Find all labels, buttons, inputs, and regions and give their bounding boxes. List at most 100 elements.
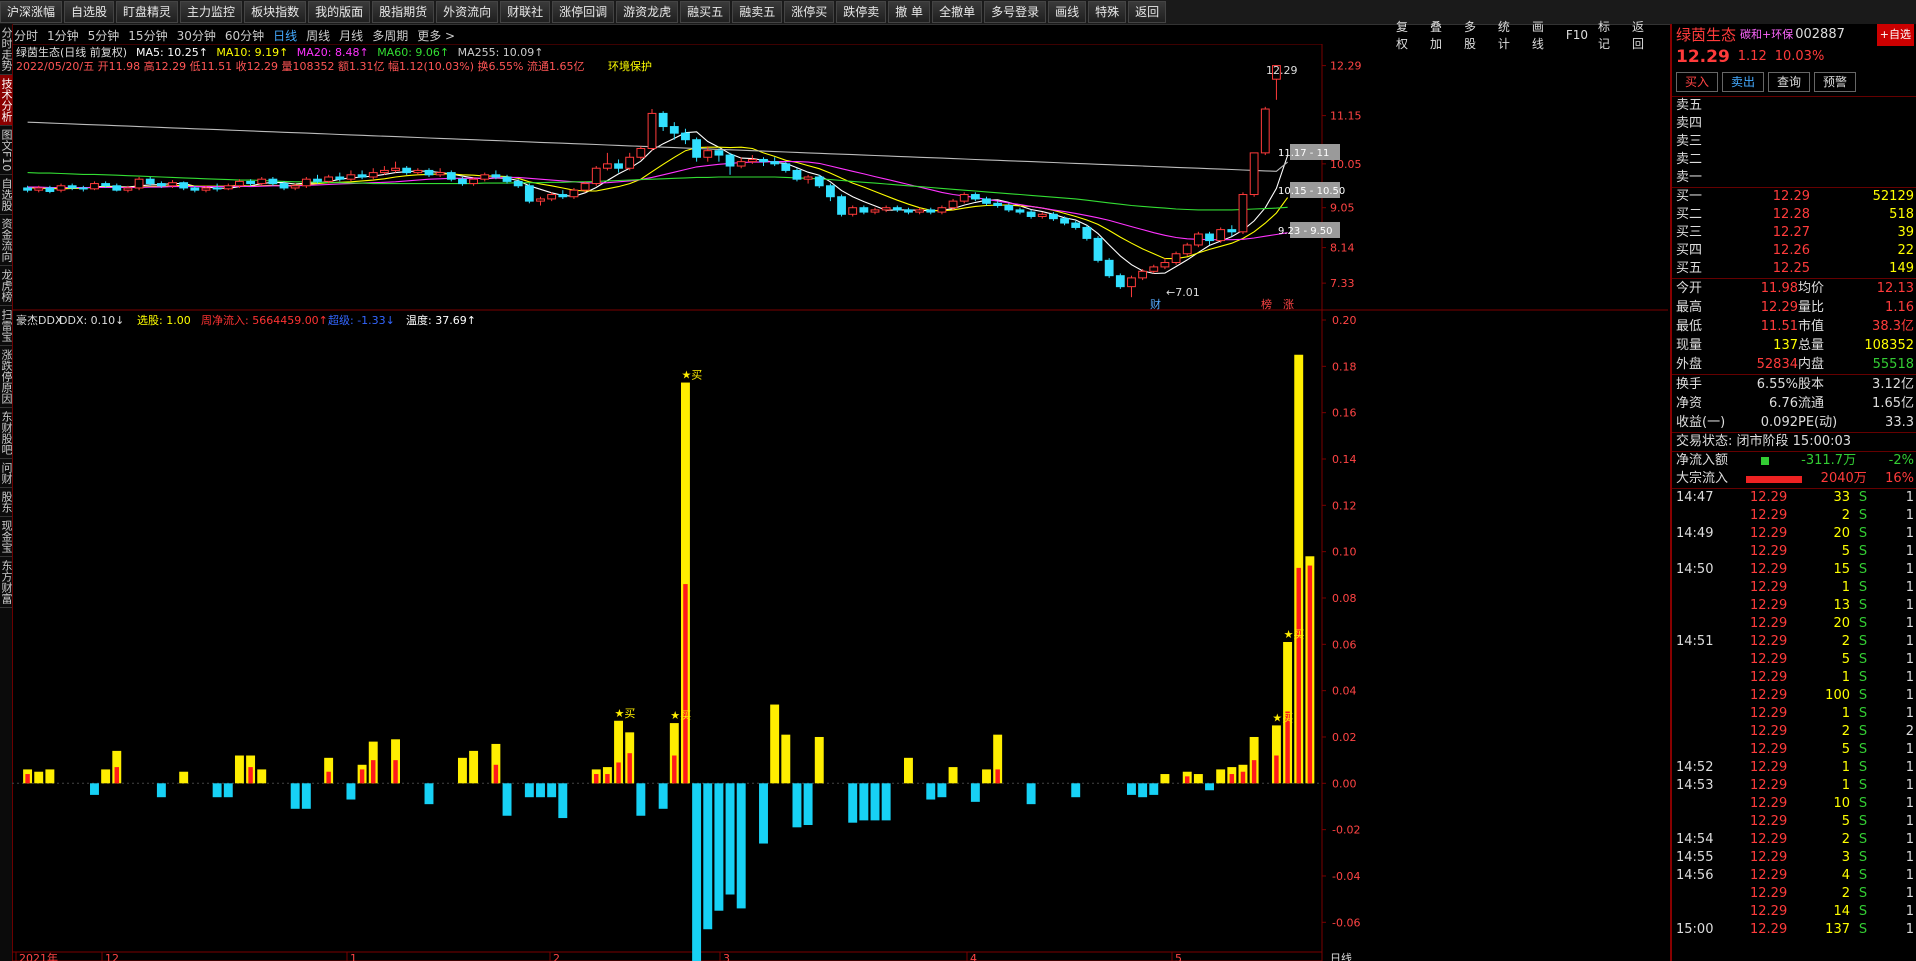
period-4[interactable]: 30分钟 xyxy=(177,27,216,44)
toolbar-button-6[interactable]: 股指期货 xyxy=(372,1,435,23)
ddx-bar-neg xyxy=(1071,783,1081,798)
left-tab-7[interactable]: 涨跌停原因 xyxy=(0,346,12,409)
period-3[interactable]: 15分钟 xyxy=(128,27,167,44)
ddx-bar xyxy=(34,771,44,784)
toolbar-button-12[interactable]: 融卖五 xyxy=(732,1,783,23)
stock-code: 002887 xyxy=(1795,27,1845,42)
ma-line-ma20 xyxy=(27,161,1288,241)
candle xyxy=(156,183,166,187)
left-tab-0[interactable]: 分时走势 xyxy=(0,24,12,75)
candle xyxy=(1171,253,1181,264)
trade-button-2[interactable]: 查询 xyxy=(1768,72,1811,92)
period-1[interactable]: 1分钟 xyxy=(47,27,79,44)
ddx-bar-neg xyxy=(703,783,713,930)
candle xyxy=(915,209,925,213)
period-5[interactable]: 60分钟 xyxy=(225,27,264,44)
toolbar-button-11[interactable]: 融买五 xyxy=(680,1,731,23)
toolbar-button-17[interactable]: 多号登录 xyxy=(984,1,1047,23)
trade-button-3[interactable]: 预警 xyxy=(1814,72,1857,92)
left-tab-8[interactable]: 东财股吧 xyxy=(0,408,12,460)
sell-level-0: 卖五 xyxy=(1676,98,1703,113)
candle xyxy=(1193,233,1203,246)
trade-button-0[interactable]: 买入 xyxy=(1676,72,1719,92)
ddx-bar-neg xyxy=(290,783,300,809)
tool-5[interactable]: F10 xyxy=(1566,28,1588,42)
quote2-row-1: 净资 6.76 流通 1.65亿 xyxy=(1676,396,1914,411)
period-6[interactable]: 日线 xyxy=(273,27,297,44)
toolbar-button-16[interactable]: 全撤单 xyxy=(932,1,983,23)
period-2[interactable]: 5分钟 xyxy=(88,27,120,44)
left-tab-1[interactable]: 技术分析 xyxy=(0,75,12,126)
left-tab-9[interactable]: 问财 xyxy=(0,459,12,489)
toolbar-button-13[interactable]: 涨停买 xyxy=(784,1,835,23)
buy-signal-star: ★买 xyxy=(681,369,702,382)
left-tab-3[interactable]: 自选股 xyxy=(0,175,12,216)
candle xyxy=(246,180,255,185)
toolbar-button-1[interactable]: 自选股 xyxy=(64,1,115,23)
toolbar-button-5[interactable]: 我的版面 xyxy=(308,1,371,23)
toolbar-button-15[interactable]: 撤 单 xyxy=(888,1,931,23)
period-8[interactable]: 月线 xyxy=(339,27,363,44)
period-9[interactable]: 多周期 xyxy=(372,27,408,44)
quote-grid-2: 换手 6.55% 股本 3.12亿 净资 6.76 流通 1.65亿 收益(一) 0.092 PE(… xyxy=(1672,375,1916,432)
period-7[interactable]: 周线 xyxy=(306,27,330,44)
left-tab-4[interactable]: 资金流向 xyxy=(0,215,12,267)
buy-levels: 买一 12.29 52129 买二 12.28 518 买三 12.27 39 买四 12.26 22… xyxy=(1672,188,1916,278)
toolbar-button-14[interactable]: 跌停卖 xyxy=(836,1,887,23)
candle xyxy=(747,158,757,163)
ddx-label-title: 豪杰DDX xyxy=(16,313,63,327)
toolbar-button-19[interactable]: 特殊 xyxy=(1088,1,1127,23)
candle xyxy=(904,209,913,213)
toolbar-button-7[interactable]: 外资流向 xyxy=(436,1,499,23)
left-tab-6[interactable]: 扫雷宝 xyxy=(0,306,12,347)
ddx-red-bar xyxy=(248,767,253,784)
left-tab-5[interactable]: 龙虎榜 xyxy=(0,266,12,307)
candle xyxy=(402,167,412,174)
left-tab-10[interactable]: 股东 xyxy=(0,488,12,518)
period-0[interactable]: 分时 xyxy=(14,27,38,44)
candle xyxy=(826,185,835,198)
ddx-red-bar xyxy=(995,769,1000,784)
candle xyxy=(1216,229,1226,242)
toolbar-button-8[interactable]: 财联社 xyxy=(500,1,551,23)
ddx-bar-neg xyxy=(536,783,545,798)
period-10[interactable]: 更多 > xyxy=(417,27,455,44)
toolbar-button-2[interactable]: 盯盘精灵 xyxy=(116,1,179,23)
ddx-y-tick-label: 0.12 xyxy=(1332,499,1357,512)
candle xyxy=(45,187,55,192)
candle xyxy=(602,163,612,169)
last-price: 12.29 xyxy=(1676,47,1730,67)
left-tab-12[interactable]: 东方财富 xyxy=(0,557,12,609)
ddx-bar xyxy=(781,734,791,784)
candle xyxy=(1149,266,1159,272)
toolbar-button-0[interactable]: 沪深涨幅 xyxy=(0,1,63,23)
toolbar-button-18[interactable]: 画线 xyxy=(1048,1,1087,23)
toolbar-button-9[interactable]: 涨停回调 xyxy=(552,1,615,23)
x-tick-label: 5 xyxy=(1175,952,1182,961)
candle xyxy=(759,158,768,163)
ddx-bar-neg xyxy=(212,783,222,798)
ddx-y-tick-label: 0.10 xyxy=(1332,546,1357,559)
toolbar-button-4[interactable]: 板块指数 xyxy=(244,1,307,23)
toolbar-button-10[interactable]: 游资龙虎 xyxy=(616,1,679,23)
ddx-red-bar xyxy=(616,762,621,784)
ddx-y-tick-label: -0.04 xyxy=(1332,870,1360,883)
x-tick-label: 4 xyxy=(970,952,977,961)
quote-grid: 今开 11.98 均价 12.13 最高 12.29 量比 1.16 最低 11.51 市值 38.3… xyxy=(1672,279,1916,374)
tick-row: 12.29 5 S 1 xyxy=(1750,652,1914,667)
candle xyxy=(301,178,311,187)
left-tab-2[interactable]: 图文F10 xyxy=(0,126,12,176)
toolbar-button-3[interactable]: 主力监控 xyxy=(180,1,243,23)
candle xyxy=(837,196,846,215)
buy-signal-star: ★买 xyxy=(670,709,691,722)
ddx-y-tick-label: 0.06 xyxy=(1332,638,1357,651)
add-watchlist-button[interactable]: +自选 xyxy=(1876,24,1914,46)
tick-row: 12.29 5 S 1 xyxy=(1750,544,1914,559)
toolbar-button-20[interactable]: 返回 xyxy=(1128,1,1167,23)
kline-chart[interactable]: ★买 ★买 ★买 ★买 ★买 绿茵生态(日线 前复权) MA5: 10.25↑ MA10: … xyxy=(12,44,1668,961)
ma-label-1: MA10: 9.19↑ xyxy=(216,46,288,59)
left-tab-11[interactable]: 现金宝 xyxy=(0,517,12,558)
ddx-bar xyxy=(101,769,111,784)
trade-button-1[interactable]: 卖出 xyxy=(1722,72,1765,92)
marker-limit: 涨 xyxy=(1283,298,1294,311)
